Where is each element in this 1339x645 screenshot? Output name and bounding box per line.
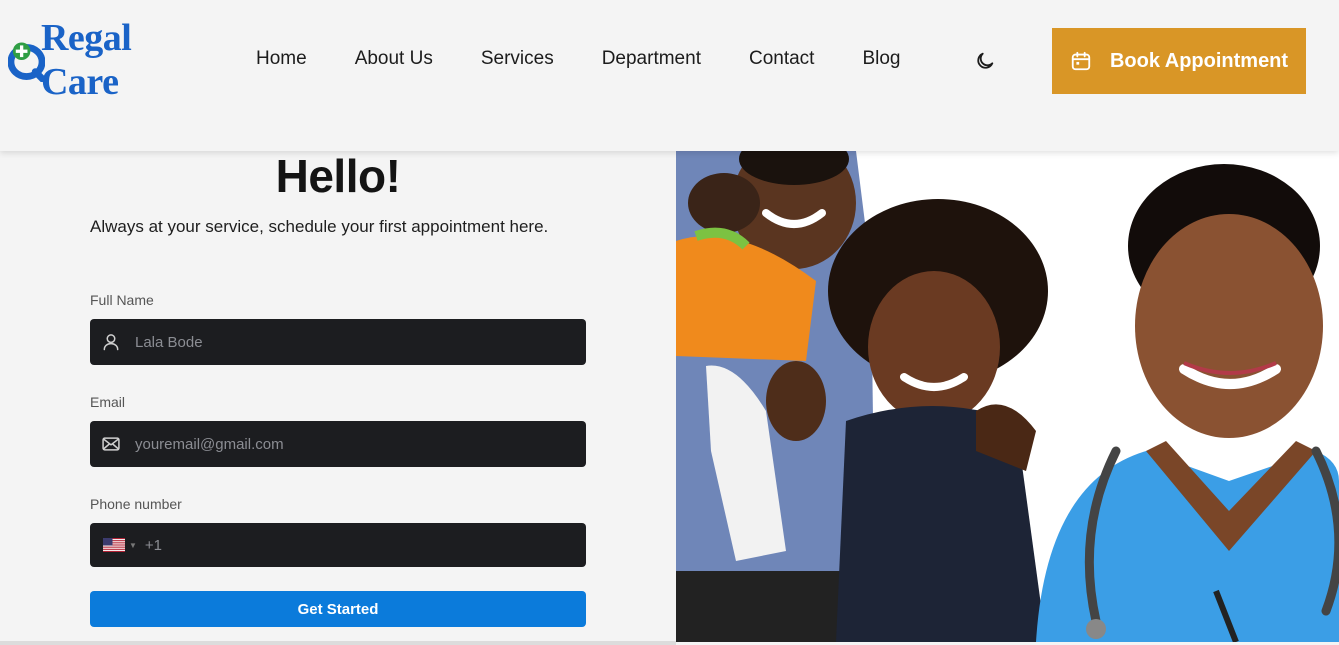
- phone-field[interactable]: ▼ +1: [90, 523, 586, 567]
- calendar-icon: [1071, 51, 1091, 71]
- brand-logo[interactable]: Regal Care: [8, 17, 213, 103]
- nav-item-department[interactable]: Department: [602, 48, 701, 70]
- dial-code: +1: [144, 536, 163, 554]
- full-name-placeholder: Lala Bode: [135, 333, 203, 351]
- family-and-nurse-photo: [676, 151, 1339, 642]
- us-flag-icon[interactable]: [103, 538, 125, 552]
- country-dropdown-caret-icon[interactable]: ▼: [129, 541, 137, 550]
- logo-mark-icon: [8, 42, 45, 82]
- phone-label: Phone number: [90, 496, 182, 512]
- book-appointment-button[interactable]: Book Appointment: [1052, 28, 1306, 94]
- nav-item-blog[interactable]: Blog: [862, 48, 900, 70]
- email-placeholder: youremail@gmail.com: [135, 435, 284, 453]
- main-nav: Home About Us Services Department Contac…: [256, 48, 949, 70]
- site-header: Regal Care Home About Us Services Depart…: [0, 0, 1339, 151]
- get-started-button[interactable]: Get Started: [90, 591, 586, 627]
- nav-item-services[interactable]: Services: [481, 48, 554, 70]
- envelope-icon: [102, 437, 120, 451]
- page-title: Hello!: [275, 150, 401, 202]
- brand-name: Regal Care: [40, 17, 132, 103]
- email-label: Email: [90, 394, 126, 410]
- bottom-divider: [0, 641, 676, 645]
- book-appointment-label: Book Appointment: [1109, 49, 1289, 72]
- form-subtitle: Always at your service, schedule your fi…: [90, 217, 549, 236]
- moon-icon[interactable]: [974, 50, 996, 72]
- full-name-field[interactable]: Lala Bode: [90, 319, 586, 365]
- nav-item-about[interactable]: About Us: [355, 48, 433, 70]
- hero-photo: [676, 151, 1339, 642]
- appointment-form-panel: Hello! Always at your service, schedule …: [0, 151, 676, 645]
- full-name-label: Full Name: [90, 292, 154, 308]
- nav-item-home[interactable]: Home: [256, 48, 307, 70]
- email-field[interactable]: youremail@gmail.com: [90, 421, 586, 467]
- user-icon: [103, 334, 119, 351]
- nav-item-contact[interactable]: Contact: [749, 48, 814, 70]
